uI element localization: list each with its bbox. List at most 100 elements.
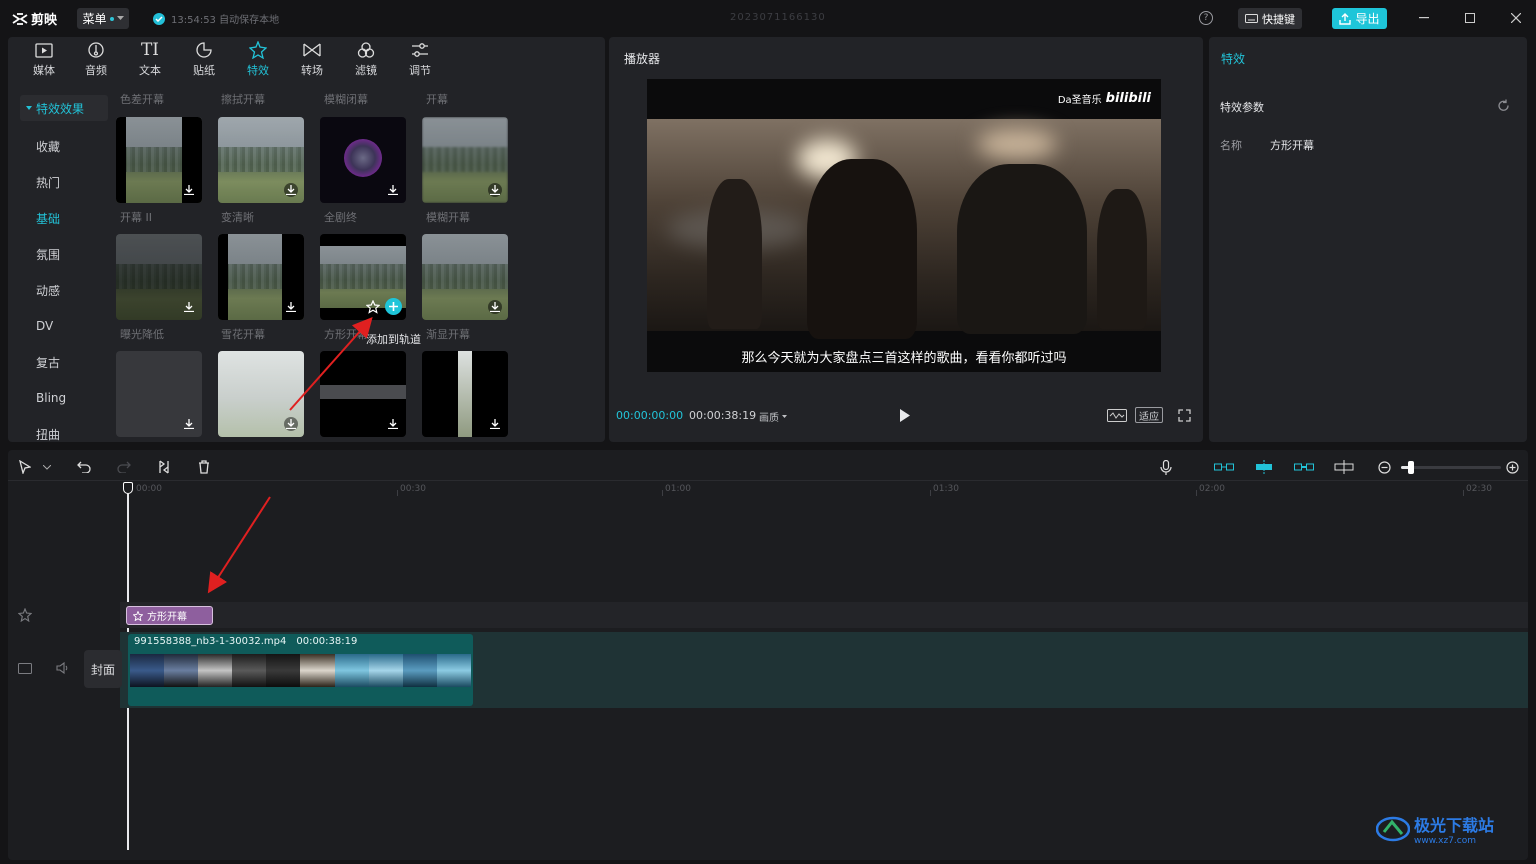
tab-media[interactable]: 媒体	[22, 41, 66, 81]
video-subtitle: 那么今天就为大家盘点三首这样的歌曲，看看你都听过吗	[741, 351, 1067, 366]
maximize-icon[interactable]	[1462, 10, 1478, 26]
tab-sticker[interactable]: 贴纸	[182, 41, 226, 81]
effect-thumb-snow-open[interactable]	[218, 234, 304, 320]
effect-thumb-square-open[interactable]	[320, 234, 406, 320]
effect-thumb-sharpen[interactable]	[218, 117, 304, 203]
track-audio-icon[interactable]	[56, 662, 70, 674]
effect-thumb[interactable]	[320, 351, 406, 437]
video-preview[interactable]: Da圣音乐 bilibili 那么今天就为大家盘点三首这样的歌曲，看看你都听过吗	[647, 79, 1161, 372]
download-icon[interactable]	[386, 183, 400, 197]
minimize-icon[interactable]	[1416, 10, 1432, 26]
close-icon[interactable]	[1508, 10, 1524, 26]
effect-thumb[interactable]	[116, 351, 202, 437]
audio-icon	[88, 41, 104, 59]
snap-icon[interactable]	[1253, 458, 1275, 476]
fullscreen-icon[interactable]	[1178, 409, 1191, 422]
effect-label: 色差开幕	[120, 93, 164, 106]
cover-button[interactable]: 封面	[84, 650, 122, 688]
category-favorites[interactable]: 收藏	[20, 133, 108, 159]
download-icon[interactable]	[488, 300, 502, 314]
playhead-handle[interactable]	[123, 482, 133, 494]
zoom-out-icon[interactable]	[1375, 458, 1393, 476]
link-tracks-icon[interactable]	[1213, 458, 1235, 476]
timeline-panel: 00:00 00:30 01:00 01:30 02:00 02:30 封面 方…	[8, 450, 1528, 860]
current-time: 00:00:00:00	[616, 409, 684, 422]
add-to-track-icon[interactable]	[385, 298, 402, 315]
download-icon[interactable]	[386, 417, 400, 431]
menu-button[interactable]: 菜单	[77, 8, 129, 29]
zoom-slider[interactable]	[1401, 461, 1501, 474]
tab-label: 贴纸	[193, 64, 215, 77]
redo-icon[interactable]	[115, 458, 133, 476]
effect-thumb-exposure-down[interactable]	[116, 234, 202, 320]
tab-audio[interactable]: 音频	[74, 41, 118, 81]
effect-thumb-open-2[interactable]	[116, 117, 202, 203]
category-bling[interactable]: Bling	[20, 385, 108, 411]
category-ambience[interactable]: 氛围	[20, 241, 108, 267]
tab-adjust[interactable]: 调节	[398, 41, 442, 81]
category-hot[interactable]: 热门	[20, 169, 108, 195]
download-icon[interactable]	[284, 417, 298, 431]
text-icon: TI	[140, 40, 160, 60]
download-icon[interactable]	[488, 417, 502, 431]
help-icon[interactable]: ?	[1199, 11, 1213, 25]
capcut-logo-icon	[12, 12, 28, 25]
tab-label: 特效	[247, 64, 269, 77]
tab-effect-properties[interactable]: 特效	[1221, 50, 1245, 67]
project-title: 2023071166130	[730, 12, 826, 23]
download-icon[interactable]	[182, 300, 196, 314]
chevron-down-icon[interactable]	[38, 458, 56, 476]
split-icon[interactable]	[155, 458, 173, 476]
tab-text[interactable]: TI 文本	[128, 40, 172, 81]
effects-library-panel: 媒体 音频 TI 文本 贴纸 特效 转场 滤镜 调节 特效效果 收藏 热门 基础…	[8, 37, 605, 442]
download-icon[interactable]	[488, 183, 502, 197]
download-icon[interactable]	[182, 183, 196, 197]
tab-filter[interactable]: 滤镜	[344, 41, 388, 81]
favorite-star-icon[interactable]	[366, 300, 380, 314]
filter-icon	[357, 41, 375, 59]
watermark-channel: Da圣音乐	[1057, 95, 1102, 106]
transition-icon	[303, 41, 321, 59]
player-title: 播放器	[624, 52, 661, 66]
category-basic[interactable]: 基础	[20, 205, 108, 231]
effect-thumb-blur-open[interactable]	[422, 117, 508, 203]
category-dv[interactable]: DV	[20, 313, 108, 339]
category-retro[interactable]: 复古	[20, 349, 108, 375]
category-distort[interactable]: 扭曲	[20, 421, 108, 447]
tab-label: 媒体	[33, 64, 55, 77]
effect-thumb-the-end[interactable]	[320, 117, 406, 203]
tab-effects[interactable]: 特效	[236, 41, 280, 81]
download-icon[interactable]	[284, 300, 298, 314]
category-dynamic[interactable]: 动感	[20, 277, 108, 303]
effect-label: 曝光降低	[120, 328, 164, 341]
split-track-icon[interactable]	[1333, 458, 1355, 476]
fit-ratio-button[interactable]: 适应	[1135, 407, 1163, 423]
zoom-slider-handle[interactable]	[1408, 461, 1414, 474]
reset-icon[interactable]	[1497, 99, 1510, 112]
select-cursor-icon[interactable]	[16, 458, 34, 476]
microphone-icon[interactable]	[1157, 458, 1175, 476]
effect-clip[interactable]: 方形开幕	[126, 606, 213, 625]
effect-thumb-fade-open[interactable]	[422, 234, 508, 320]
shortcut-button[interactable]: 快捷键	[1238, 8, 1302, 29]
ruler-label: 02:00	[1199, 484, 1225, 494]
zoom-in-icon[interactable]	[1503, 458, 1521, 476]
delete-icon[interactable]	[195, 458, 213, 476]
quality-dropdown[interactable]: 画质	[759, 409, 787, 424]
menu-dot-icon	[109, 16, 114, 21]
video-clip[interactable]: 991558388_nb3-1-30032.mp4 00:00:38:19	[128, 634, 473, 706]
waveform-icon[interactable]	[1107, 409, 1127, 422]
preview-axis-icon[interactable]	[1293, 458, 1315, 476]
tab-transition[interactable]: 转场	[290, 41, 334, 81]
undo-icon[interactable]	[75, 458, 93, 476]
play-icon[interactable]	[899, 409, 911, 422]
download-icon[interactable]	[182, 417, 196, 431]
video-track-icon	[18, 663, 32, 674]
download-icon[interactable]	[284, 183, 298, 197]
effect-label: 方形开幕	[324, 328, 368, 341]
export-button[interactable]: 导出	[1332, 8, 1387, 29]
effect-thumb[interactable]	[422, 351, 508, 437]
category-header[interactable]: 特效效果	[20, 95, 108, 121]
effect-thumb[interactable]	[218, 351, 304, 437]
effect-label: 模糊开幕	[426, 211, 470, 224]
